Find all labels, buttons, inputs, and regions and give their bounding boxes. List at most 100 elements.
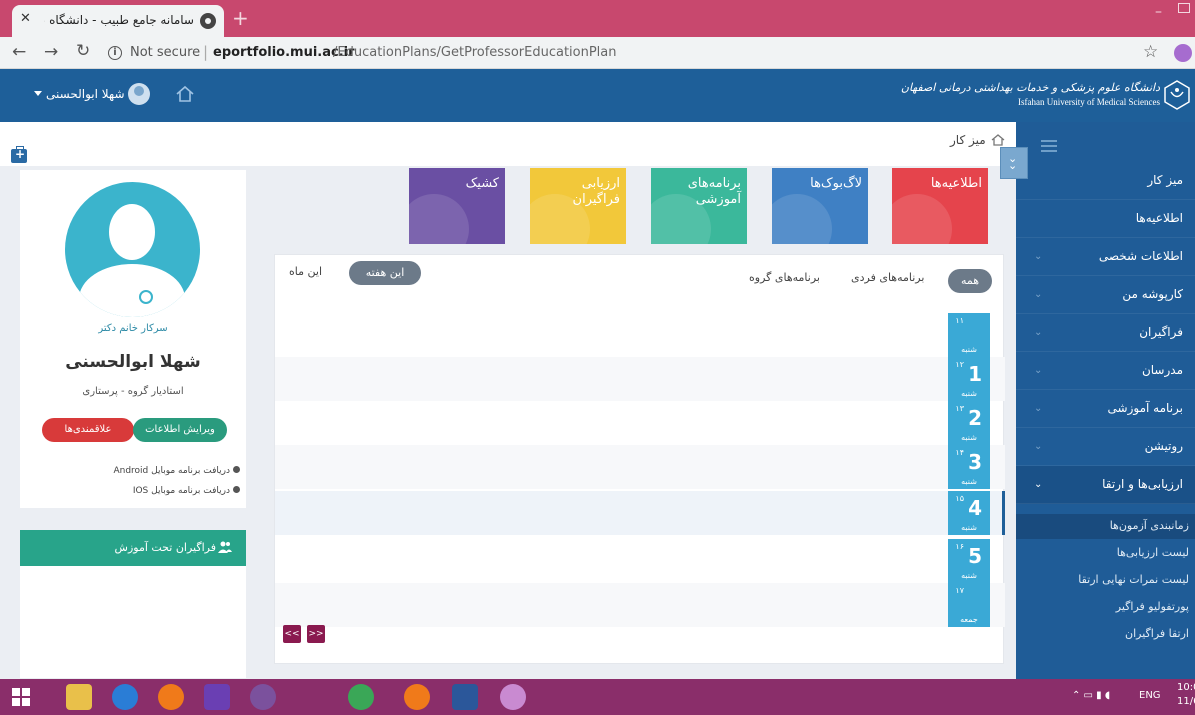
home-icon[interactable] [175, 85, 195, 103]
calendar-day-row[interactable]: ۱۷ جمعه [275, 583, 1005, 627]
chevron-down-icon: ⌄ [1034, 327, 1043, 338]
sidebar-item-my-folder[interactable]: کارپوشه من ⌄ [1016, 276, 1195, 314]
browser-tab[interactable]: سامانه جامع طبیب - دانشگاه علوم ✕ [12, 5, 224, 37]
browser-profile-icon[interactable] [1174, 44, 1192, 62]
clock-date[interactable]: 11/6 [1177, 696, 1195, 707]
trainees-panel: فراگیران تحت آموزش [20, 530, 246, 678]
sidebar-item-trainees[interactable]: فراگیران ⌄ [1016, 314, 1195, 352]
sidebar-item-rotation[interactable]: روتیشن ⌄ [1016, 428, 1195, 466]
sidebar-item-announcements[interactable]: اطلاعیه‌ها [1016, 200, 1195, 238]
browser-tab-strip: سامانه جامع طبیب - دانشگاه علوم ✕ + – [0, 0, 1195, 37]
calendar-day-cell: ۱۶ 5 شنبه [948, 539, 990, 583]
new-tab-icon[interactable]: + [232, 6, 249, 30]
sidebar-item-instructors[interactable]: مدرسان ⌄ [1016, 352, 1195, 390]
sidebar-subitem-final-grades[interactable]: لیست نمرات نهایی ارتقا [1016, 568, 1195, 593]
calendar-day-cell: ۱۱ شنبه [948, 313, 990, 357]
sidebar-item-personal-info[interactable]: اطلاعات شخصی ⌄ [1016, 238, 1195, 276]
apple-icon [233, 486, 240, 493]
address-bar: ← → ↻ i Not secure | eportfolio.mui.ac.i… [0, 37, 1195, 69]
bookmark-star-icon[interactable]: ☆ [1143, 42, 1158, 62]
calendar-day-cell: ۱۷ جمعه [948, 583, 990, 627]
calendar-day-cell: ۱۴ 3 شنبه [948, 445, 990, 489]
user-avatar[interactable] [128, 83, 150, 105]
calendar-day-cell: ۱۲ 1 شنبه [948, 357, 990, 401]
chevron-down-icon: ⌄ [1034, 365, 1043, 376]
windows-taskbar: ⌃ ▭ ▮ ◖ ENG 10:0 11/6 [0, 679, 1195, 715]
sidebar-subitem-evaluation-list[interactable]: لیست ارزیابی‌ها [1016, 541, 1195, 566]
forward-arrow-icon[interactable]: → [44, 42, 58, 62]
filter-all-button[interactable]: همه [948, 269, 992, 293]
profile-avatar [65, 182, 200, 317]
calendar-next-button[interactable]: >> [307, 625, 325, 643]
sidebar-subitem-trainee-promotion[interactable]: ارتقا فراگیران [1016, 622, 1195, 647]
calendar-day-row-today[interactable]: ۱۵ 4 شنبه [275, 491, 1005, 535]
file-explorer-icon[interactable] [66, 684, 92, 710]
windows-start-icon[interactable] [12, 688, 30, 706]
chevron-down-icon: ⌄ [1034, 441, 1043, 452]
chevron-down-icon[interactable] [34, 91, 42, 96]
filter-group-link[interactable]: برنامه‌های گروه [749, 271, 820, 284]
url-path[interactable]: /EducationPlans/GetProfessorEducationPla… [333, 45, 617, 60]
tile-announcements[interactable]: اطلاعیه‌ها [892, 168, 988, 244]
sidebar-item-dashboard[interactable]: میز کار [1016, 162, 1195, 200]
reload-icon[interactable]: ↻ [76, 41, 90, 61]
language-indicator[interactable]: ENG [1139, 690, 1161, 701]
chevron-down-icon: ⌄ [1034, 289, 1043, 300]
sidebar-menu-icon[interactable] [1041, 140, 1057, 152]
tile-education-programs[interactable]: برنامه‌های آموزشی [651, 168, 747, 244]
sidebar-collapse-handle[interactable]: ⌄ ⌄ [1000, 147, 1028, 179]
android-icon [233, 466, 240, 473]
word-icon[interactable] [452, 684, 478, 710]
medical-briefcase-icon[interactable] [11, 146, 27, 163]
internet-explorer-icon[interactable] [112, 684, 138, 710]
sidebar-subitem-trainee-portfolio[interactable]: پورتفولیو فراگیر [1016, 595, 1195, 620]
tray-icons[interactable]: ⌃ ▭ ▮ ◖ [1072, 690, 1110, 701]
filter-this-week-button[interactable]: این هفته [349, 261, 421, 285]
site-info-icon[interactable]: i [108, 46, 122, 60]
filter-this-month-link[interactable]: این ماه [289, 265, 322, 278]
calendar-filter-bar: همه برنامه‌های فردی برنامه‌های گروه این … [275, 255, 1005, 305]
paint-icon[interactable] [500, 684, 526, 710]
stethoscope-icon [139, 290, 153, 304]
window-maximize-icon[interactable] [1178, 3, 1190, 13]
sidebar-item-education-plan[interactable]: برنامه آموزشی ⌄ [1016, 390, 1195, 428]
url-separator: | [203, 43, 209, 61]
firefox-icon[interactable] [404, 684, 430, 710]
tile-on-call[interactable]: کشیک [409, 168, 505, 244]
trainees-header[interactable]: فراگیران تحت آموزش [20, 530, 246, 566]
sidebar: میز کار اطلاعیه‌ها اطلاعات شخصی ⌄ کارپوش… [1016, 122, 1195, 679]
sidebar-item-evaluations[interactable]: ارزیابی‌ها و ارتقا ⌄ [1016, 466, 1195, 504]
calendar-day-row[interactable]: ۱۴ 3 شنبه [275, 445, 1005, 489]
tile-logbooks[interactable]: لاگ‌بوک‌ها [772, 168, 868, 244]
tile-trainee-evaluation[interactable]: ارزیابی فراگیران [530, 168, 626, 244]
tab-close-icon[interactable]: ✕ [20, 11, 31, 26]
clock-time[interactable]: 10:0 [1177, 682, 1195, 693]
chevron-down-icon: ⌄ [1034, 251, 1043, 262]
university-emblem-icon [1164, 80, 1190, 110]
calendar-prev-button[interactable]: << [283, 625, 301, 643]
interests-button[interactable]: علاقمندی‌ها [42, 418, 134, 442]
profile-honorific: سرکار خانم دکتر [98, 323, 168, 334]
android-app-link[interactable]: دریافت برنامه موبایل Android [80, 466, 240, 476]
calendar-day-row[interactable]: ۱۳ 2 شنبه [275, 401, 1005, 445]
back-arrow-icon[interactable]: ← [12, 42, 26, 62]
app-header: شهلا ابوالحسنی دانشگاه علوم پزشکی و خدما… [0, 69, 1195, 122]
chrome-icon[interactable] [348, 684, 374, 710]
breadcrumb: میز کار [0, 122, 1016, 166]
sidebar-subitem-exam-schedule[interactable]: زمانبندی آزمون‌ها [1016, 514, 1195, 539]
calendar-day-row[interactable]: ۱۱ شنبه [275, 313, 1005, 357]
edit-profile-button[interactable]: ویرایش اطلاعات [133, 418, 227, 442]
site-favicon-icon [200, 13, 216, 29]
visual-studio-icon[interactable] [204, 684, 230, 710]
calendar-day-cell: ۱۳ 2 شنبه [948, 401, 990, 445]
calendar-day-cell: ۱۵ 4 شنبه [948, 491, 990, 535]
breadcrumb-home-icon[interactable] [991, 133, 1005, 147]
header-user-name[interactable]: شهلا ابوالحسنی [46, 87, 125, 101]
filter-individual-link[interactable]: برنامه‌های فردی [851, 271, 924, 284]
calendar-day-row[interactable]: ۱۶ 5 شنبه [275, 539, 1005, 583]
viber-icon[interactable] [250, 684, 276, 710]
ios-app-link[interactable]: دریافت برنامه موبایل IOS [80, 486, 240, 496]
calendar-day-row[interactable]: ۱۲ 1 شنبه [275, 357, 1005, 401]
window-minimize-icon[interactable]: – [1155, 4, 1162, 20]
firefox-icon[interactable] [158, 684, 184, 710]
